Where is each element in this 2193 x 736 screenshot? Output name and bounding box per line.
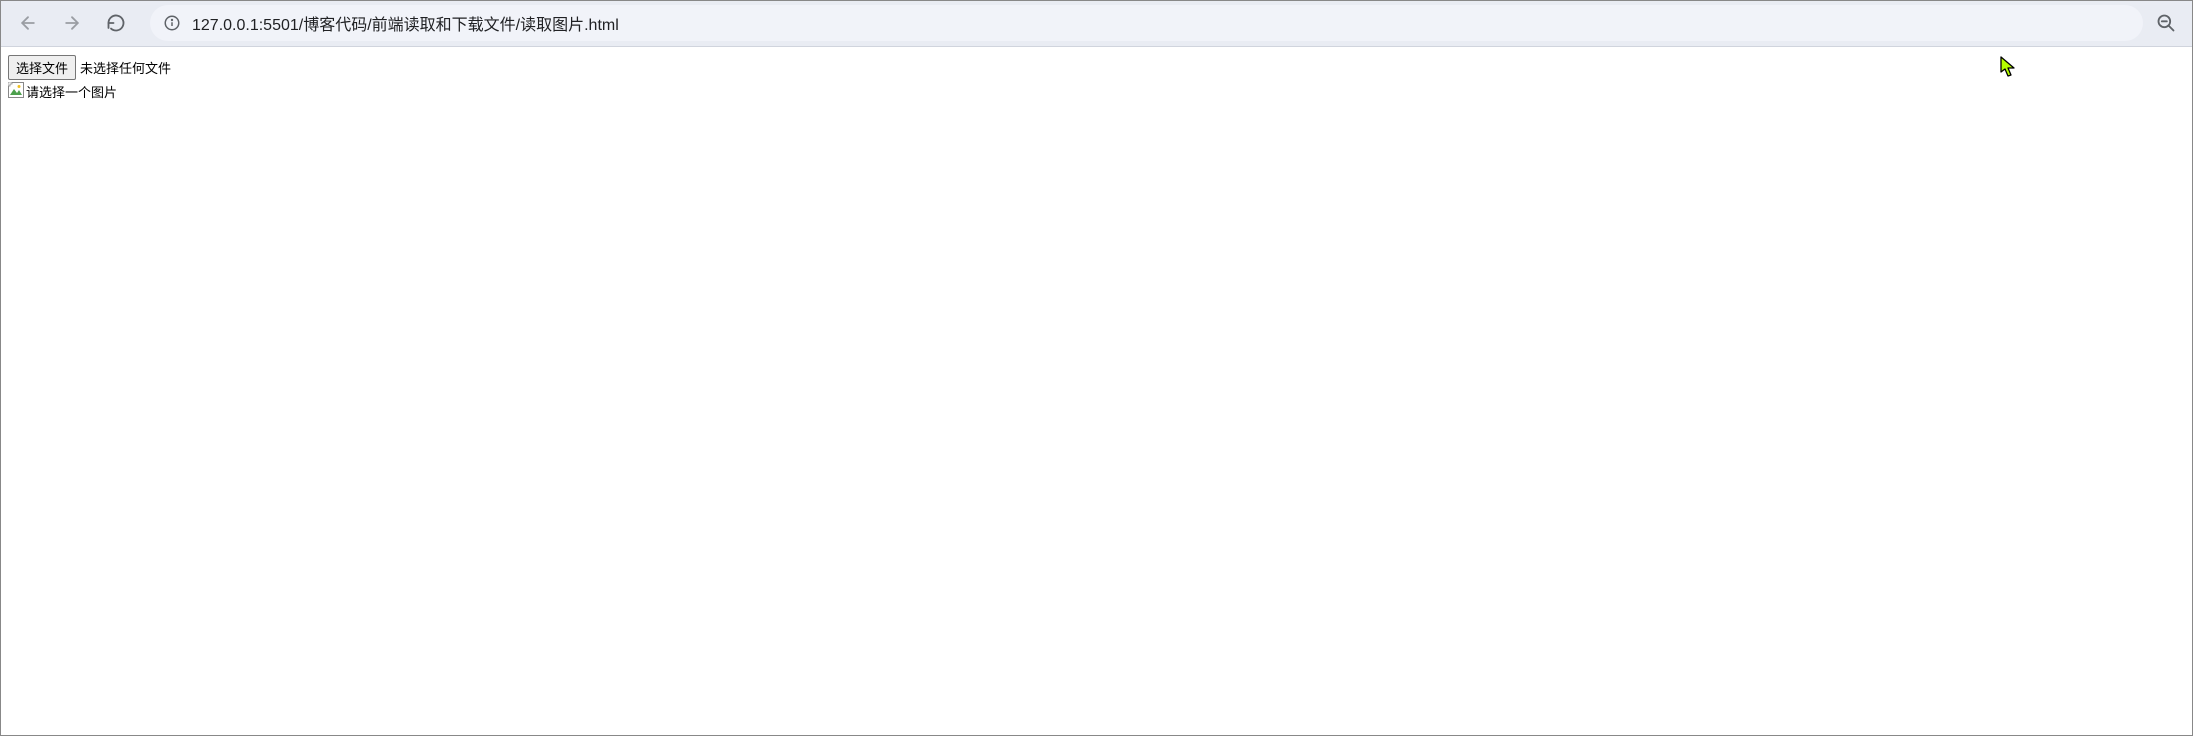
reload-icon	[106, 13, 126, 33]
arrow-left-icon	[18, 13, 38, 33]
choose-file-button[interactable]: 选择文件	[8, 55, 76, 80]
image-alt-text: 请选择一个图片	[26, 82, 117, 101]
arrow-right-icon	[62, 13, 82, 33]
zoom-button[interactable]	[2149, 6, 2183, 40]
broken-image-icon	[8, 82, 24, 98]
address-bar[interactable]: 127.0.0.1:5501/博客代码/前端读取和下载文件/读取图片.html	[150, 5, 2143, 41]
reload-button[interactable]	[98, 5, 134, 41]
image-placeholder: 请选择一个图片	[8, 82, 2185, 101]
back-button[interactable]	[10, 5, 46, 41]
page-content: 选择文件 未选择任何文件 请选择一个图片	[0, 47, 2193, 109]
file-input[interactable]: 选择文件 未选择任何文件	[8, 55, 2185, 80]
site-info-icon[interactable]	[162, 13, 182, 33]
url-text[interactable]: 127.0.0.1:5501/博客代码/前端读取和下载文件/读取图片.html	[192, 11, 2131, 35]
browser-toolbar: 127.0.0.1:5501/博客代码/前端读取和下载文件/读取图片.html	[0, 0, 2193, 47]
file-status-text: 未选择任何文件	[80, 58, 171, 77]
search-icon	[2156, 13, 2176, 33]
forward-button[interactable]	[54, 5, 90, 41]
info-icon	[163, 14, 181, 32]
window-border	[0, 0, 2193, 736]
address-bar-container: 127.0.0.1:5501/博客代码/前端读取和下载文件/读取图片.html	[150, 5, 2183, 41]
